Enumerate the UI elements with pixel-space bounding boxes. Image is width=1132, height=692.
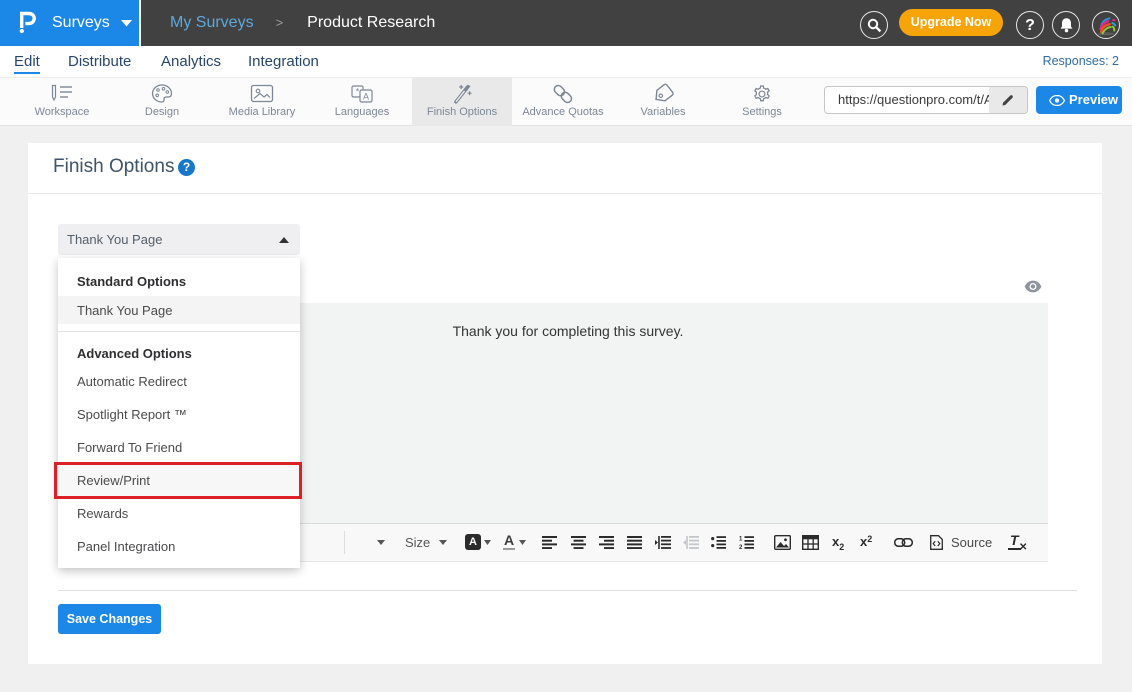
svg-text:1: 1	[739, 537, 743, 543]
svg-text:2: 2	[739, 545, 743, 549]
svg-text:A: A	[363, 92, 369, 102]
svg-text:*: *	[356, 87, 360, 97]
